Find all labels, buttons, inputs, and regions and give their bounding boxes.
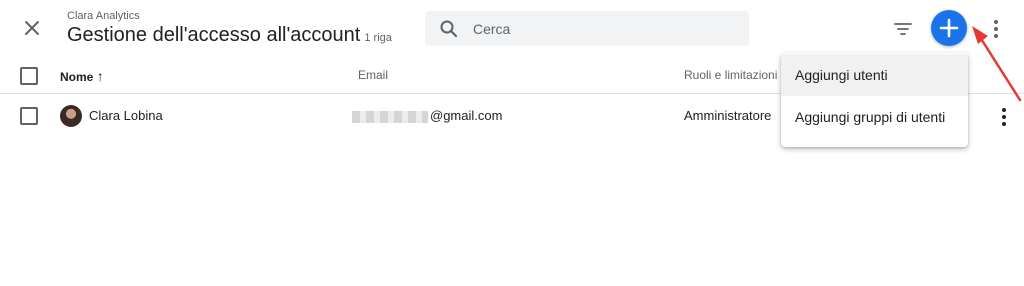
- column-header-email[interactable]: Email: [358, 68, 388, 82]
- page-title-text: Gestione dell'accesso all'account: [67, 24, 361, 46]
- row-more-button[interactable]: [995, 106, 1013, 128]
- row-checkbox[interactable]: [20, 107, 38, 125]
- annotation-arrow: [972, 26, 1022, 102]
- close-icon: [25, 21, 39, 35]
- close-button[interactable]: [18, 14, 46, 42]
- avatar: [60, 105, 82, 127]
- user-email: @gmail.com: [352, 108, 502, 123]
- plus-icon: [939, 18, 959, 38]
- more-vert-icon: [1002, 108, 1006, 126]
- column-header-roles[interactable]: Ruoli e limitazioni: [684, 68, 781, 82]
- search-icon: [440, 20, 458, 38]
- page-title: Gestione dell'accesso all'account 1 riga: [67, 24, 392, 47]
- account-name: Clara Analytics: [67, 10, 140, 22]
- menu-item-add-users[interactable]: Aggiungi utenti: [781, 54, 968, 96]
- menu-item-add-user-groups[interactable]: Aggiungi gruppi di utenti: [781, 96, 968, 138]
- user-role: Amministratore: [684, 108, 772, 123]
- sort-arrow-icon: ↑: [96, 68, 104, 84]
- add-menu: Aggiungi utenti Aggiungi gruppi di utent…: [781, 53, 968, 147]
- select-all-checkbox[interactable]: [20, 67, 38, 85]
- filter-icon: [894, 23, 912, 35]
- user-name: Clara Lobina: [89, 108, 163, 123]
- email-redaction: [352, 110, 428, 123]
- add-button[interactable]: [931, 10, 967, 46]
- search-bar: [425, 11, 749, 46]
- column-name-label: Nome: [60, 70, 94, 84]
- search-input[interactable]: [473, 11, 733, 46]
- user-email-domain: @gmail.com: [430, 108, 503, 123]
- row-count: 1 riga: [364, 32, 392, 44]
- column-header-name[interactable]: Nome ↑: [60, 68, 104, 84]
- filter-button[interactable]: [890, 16, 916, 42]
